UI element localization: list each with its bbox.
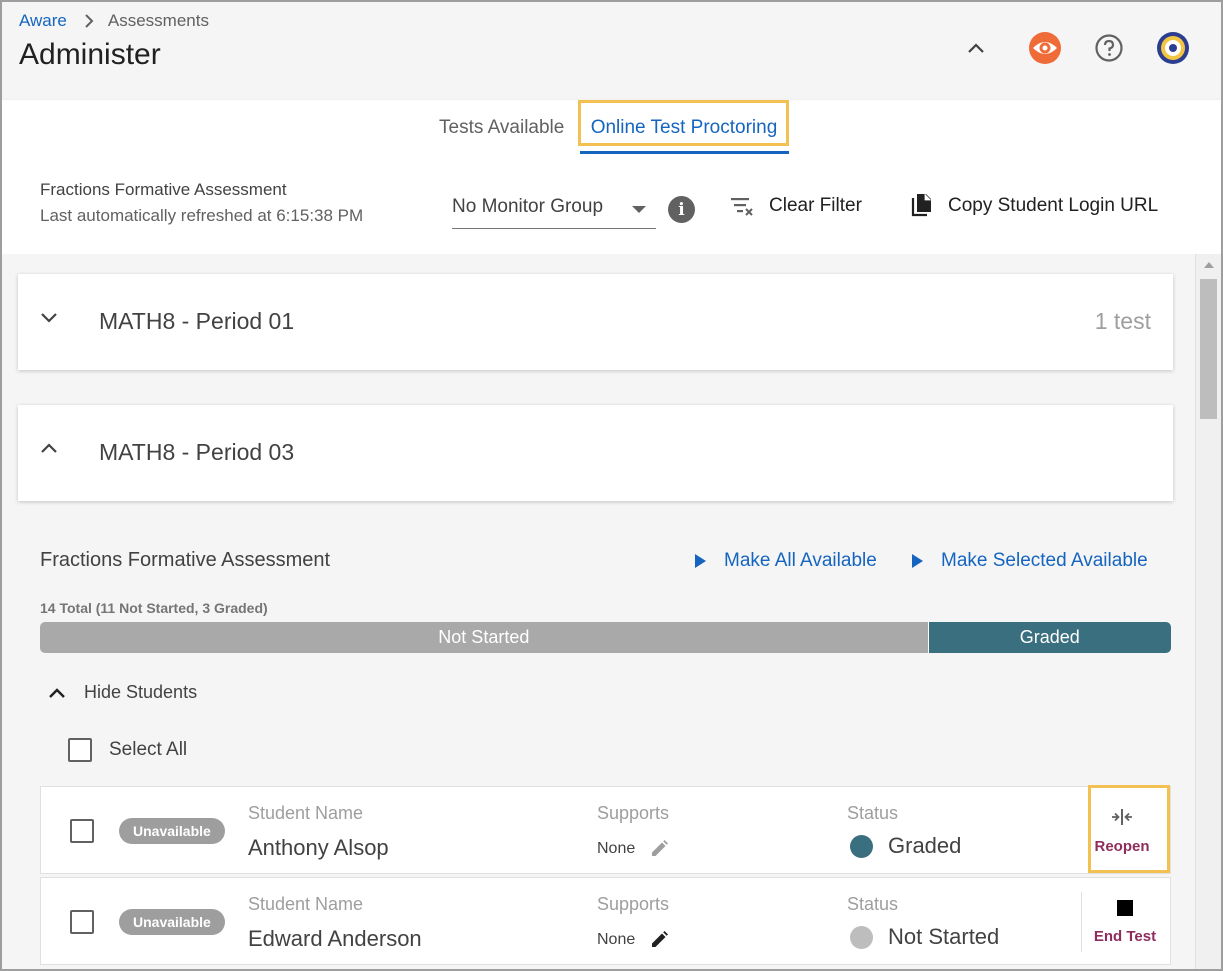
proctoring-toolbar: Tests Available Online Test Proctoring F… [2,100,1221,254]
status-dot [850,834,873,858]
group-title: MATH8 - Period 01 [99,308,295,334]
app-window: Aware Assessments Administer Tests Avail… [0,0,1223,971]
breadcrumb-current: Assessments [107,11,209,30]
status-text: Graded [888,833,962,858]
status-dot [850,925,873,949]
active-tab-indicator [580,151,789,154]
chevron-up-icon[interactable] [956,28,996,68]
student-status: Graded [850,833,961,859]
student-select-checkbox[interactable] [70,910,94,934]
availability-badge: Unavailable [119,818,225,844]
pencil-icon[interactable] [649,839,669,859]
vertical-scrollbar[interactable] [1195,254,1221,969]
clear-filter-label: Clear Filter [769,195,862,216]
chevron-down-icon[interactable] [40,310,58,328]
supports-label: Supports [597,894,670,914]
help-icon[interactable] [1089,28,1129,68]
filter-clear-icon [731,198,753,216]
end-test-button[interactable]: End Test [1080,878,1170,966]
supports-value: None [597,839,669,859]
play-icon [912,554,923,568]
progress-segment-not-started: Not Started [40,622,929,653]
student-row: Unavailable Student Name Anthony Alsop S… [40,785,1171,875]
copy-login-url-button[interactable]: Copy Student Login URL [910,190,1158,222]
status-label: Status [847,894,899,914]
supports-label: Supports [597,803,670,823]
avatar[interactable] [1153,28,1193,68]
chevron-up-icon[interactable] [40,441,58,459]
assessment-section-title: Fractions Formative Assessment [40,549,331,571]
eye-icon[interactable] [1025,28,1065,68]
student-row: Unavailable Student Name Edward Anderson… [40,877,1171,965]
status-text: Not Started [888,924,1000,949]
refresh-status: Last automatically refreshed at 6:15:38 … [40,206,364,225]
assessment-title: Fractions Formative Assessment [40,180,287,199]
select-all-label: Select All [109,739,188,760]
student-name-label: Student Name [248,894,364,914]
reopen-button[interactable]: Reopen [1077,787,1167,875]
tab-online-test-proctoring[interactable]: Online Test Proctoring [578,100,790,156]
total-summary: 14 Total (11 Not Started, 3 Graded) [40,600,268,616]
select-all-checkbox[interactable]: Select All [68,738,187,762]
hide-students-label: Hide Students [84,682,198,702]
supports-text: None [597,931,636,948]
student-name: Edward Anderson [248,926,422,951]
copy-login-url-label: Copy Student Login URL [948,195,1159,216]
monitor-group-select[interactable]: No Monitor Group [452,190,656,229]
page-header: Aware Assessments Administer [2,2,1221,102]
reopen-label: Reopen [1094,837,1150,855]
student-name-label: Student Name [248,803,364,823]
page-title: Administer [19,38,161,71]
make-all-available-button[interactable]: Make All Available [695,550,877,572]
status-progress-bar: Not Started Graded [40,622,1171,653]
tab-bar: Tests Available Online Test Proctoring [2,100,1221,156]
group-test-count: 1 test [1094,308,1151,334]
checkbox[interactable] [68,738,92,762]
copy-icon [911,194,931,217]
play-icon [695,554,706,568]
monitor-group-value: No Monitor Group [452,196,604,217]
breadcrumb: Aware Assessments [19,11,209,31]
info-icon[interactable]: i [668,196,695,223]
reopen-icon [1112,808,1132,825]
pencil-icon[interactable] [649,930,669,950]
progress-segment-graded: Graded [928,622,1171,653]
clear-filter-button[interactable]: Clear Filter [729,190,862,222]
make-selected-available-label: Make Selected Available [941,550,1148,571]
group-title: MATH8 - Period 03 [99,439,295,465]
group-card-period-03[interactable]: MATH8 - Period 03 [18,405,1173,501]
supports-value: None [597,930,669,950]
make-all-available-label: Make All Available [724,550,877,571]
chevron-right-icon [84,14,94,28]
status-label: Status [847,803,899,823]
student-status: Not Started [850,924,999,950]
end-test-label: End Test [1093,927,1157,945]
make-selected-available-button[interactable]: Make Selected Available [912,550,1148,572]
breadcrumb-aware-link[interactable]: Aware [19,11,67,31]
student-name: Anthony Alsop [248,835,389,860]
group-card-period-01[interactable]: MATH8 - Period 01 1 test [18,274,1173,370]
availability-badge: Unavailable [119,909,225,935]
groups-list: MATH8 - Period 01 1 test MATH8 - Period … [2,254,1195,969]
tab-tests-available[interactable]: Tests Available [439,100,564,156]
supports-text: None [597,840,636,857]
scroll-up-arrow-icon[interactable] [1204,262,1214,268]
dropdown-caret-icon [632,206,646,213]
stop-icon [1117,899,1133,916]
chevron-up-icon [49,687,65,698]
scrollbar-thumb[interactable] [1200,279,1217,419]
student-select-checkbox[interactable] [70,819,94,843]
hide-students-toggle[interactable]: Hide Students [48,682,197,703]
